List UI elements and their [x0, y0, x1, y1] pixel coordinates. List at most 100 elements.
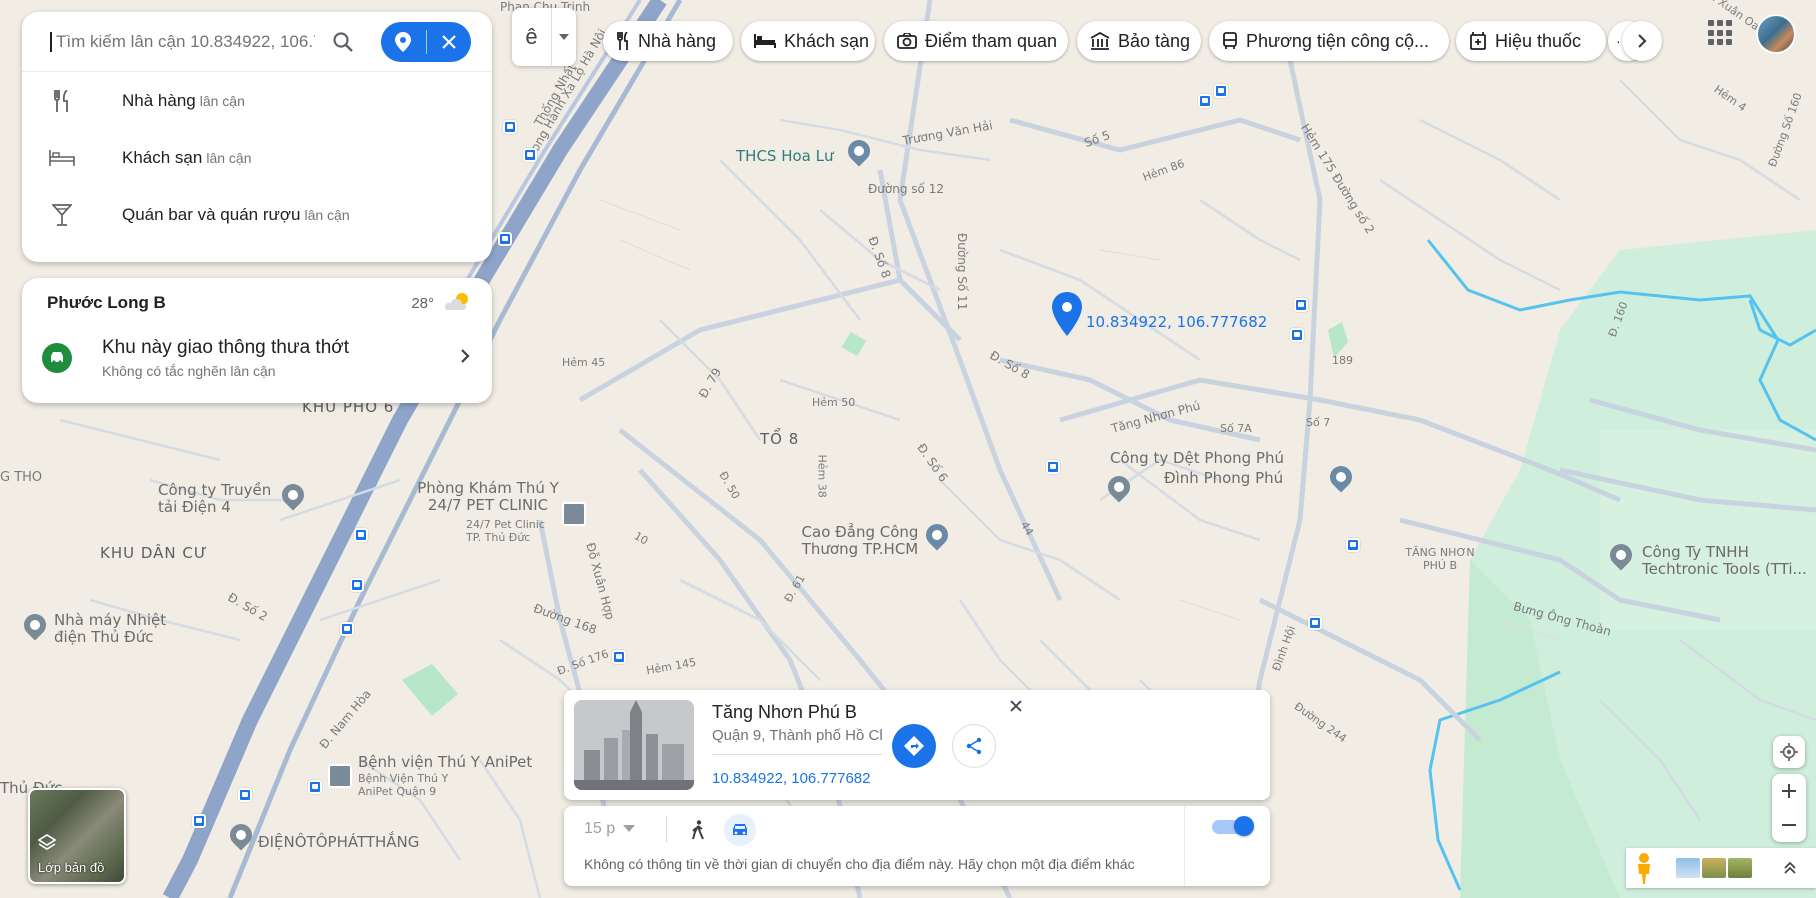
- fork-knife-icon: [616, 32, 630, 50]
- label-anipet[interactable]: Bệnh viện Thú Y AniPet: [358, 754, 532, 771]
- fork-knife-icon: [44, 89, 80, 113]
- place-divider: [712, 754, 882, 755]
- chip-pharmacies[interactable]: Hiệu thuốc: [1456, 21, 1606, 61]
- zoom-out-button[interactable]: [1772, 808, 1806, 842]
- traffic-status-row[interactable]: Khu này giao thông thưa thớt Không có tắ…: [22, 328, 492, 388]
- traffic-text: Khu này giao thông thưa thớt Không có tắ…: [102, 337, 460, 379]
- label-petclinic[interactable]: Phòng Khám Thú Y 24/7 PET CLINIC: [408, 480, 568, 514]
- suggestion-hotels[interactable]: Khách sạn lân cận: [22, 129, 492, 186]
- chip-public-transit[interactable]: Phương tiện công cộ...: [1209, 21, 1449, 61]
- chip-label: Hiệu thuốc: [1495, 30, 1582, 51]
- zoom-in-button[interactable]: [1772, 774, 1806, 808]
- clinic-marker-icon[interactable]: [562, 502, 586, 526]
- directions-button[interactable]: [892, 724, 936, 768]
- bus-stop-icon[interactable]: [308, 780, 322, 794]
- label-cao-dang[interactable]: Cao Đẳng Công Thương TP.HCM: [790, 524, 930, 558]
- bus-icon: [1222, 32, 1238, 50]
- chips-next-button[interactable]: [1622, 21, 1662, 61]
- search-action-pill: [381, 21, 471, 62]
- bus-stop-icon[interactable]: [1046, 460, 1060, 474]
- travel-time-value: 15 p: [584, 820, 616, 837]
- label-duong-so-12: Đường số 12: [868, 182, 944, 196]
- pharmacy-icon: [1469, 32, 1487, 50]
- crosshair-icon: [1780, 743, 1798, 761]
- label-so-7a: Số 7A: [1220, 422, 1252, 435]
- label-so-7: Số 7: [1306, 416, 1331, 429]
- chip-label: Phương tiện công cộ...: [1246, 30, 1429, 51]
- bus-stop-icon[interactable]: [503, 120, 517, 134]
- chip-hotels[interactable]: Khách sạn: [741, 21, 875, 61]
- chip-attractions[interactable]: Điểm tham quan: [884, 21, 1068, 61]
- bus-stop-icon[interactable]: [192, 814, 206, 828]
- travel-note: Không có thông tin về thời gian di chuyể…: [584, 856, 1135, 872]
- globe-thumb[interactable]: [1728, 858, 1752, 878]
- chevron-down-icon[interactable]: [552, 8, 576, 66]
- share-button[interactable]: [952, 724, 996, 768]
- bus-stop-icon[interactable]: [1294, 298, 1308, 312]
- expand-up-icon[interactable]: [1778, 856, 1802, 880]
- chip-restaurants[interactable]: Nhà hàng: [603, 21, 733, 61]
- bus-stop-icon[interactable]: [1214, 84, 1228, 98]
- bus-stop-icon[interactable]: [612, 650, 626, 664]
- suggestion-bars[interactable]: Quán bar và quán rượu lân cận: [22, 186, 492, 243]
- place-coordinates[interactable]: 10.834922, 106.777682: [712, 770, 871, 787]
- bus-stop-icon[interactable]: [1346, 538, 1360, 552]
- chevron-right-icon: [1638, 34, 1647, 48]
- travel-toggle[interactable]: [1212, 816, 1254, 836]
- traffic-title: Khu này giao thông thưa thớt: [102, 337, 350, 358]
- label-nha-may[interactable]: Nhà máy Nhiệt điện Thủ Đức: [54, 612, 184, 646]
- bus-stop-icon[interactable]: [350, 578, 364, 592]
- pin-coordinates-label[interactable]: 10.834922, 106.777682: [1086, 313, 1267, 331]
- label-cty-truyen-tai[interactable]: Công ty Truyền tải Điện 4: [158, 482, 288, 516]
- travel-time-select[interactable]: 15 p: [584, 820, 636, 838]
- layer-glyph-icon[interactable]: ê: [512, 8, 552, 66]
- bus-stop-icon[interactable]: [1198, 94, 1212, 108]
- search-icon[interactable]: [323, 22, 363, 62]
- chevron-right-icon[interactable]: [460, 348, 470, 369]
- pegman-icon[interactable]: [1631, 852, 1657, 884]
- label-to-8: TỔ 8: [760, 430, 800, 448]
- close-search-button[interactable]: [426, 22, 471, 62]
- bus-stop-icon[interactable]: [1290, 328, 1304, 342]
- layers-icon: [37, 834, 57, 857]
- driving-mode-button[interactable]: [724, 814, 756, 846]
- my-location-button[interactable]: [1773, 736, 1805, 768]
- label-khu-dan-cu: KHU DÂN CƯ: [100, 544, 208, 562]
- chip-museums[interactable]: Bảo tàng: [1077, 21, 1201, 61]
- suggestion-restaurants[interactable]: Nhà hàng lân cận: [22, 72, 492, 129]
- label-cty-det[interactable]: Công ty Dệt Phong Phú: [1110, 450, 1284, 467]
- close-place-card-button[interactable]: [1004, 694, 1028, 718]
- place-card[interactable]: Tăng Nhơn Phú B Quận 9, Thành phố Hồ Chí…: [564, 690, 1270, 800]
- map-type-button[interactable]: ê: [512, 8, 576, 66]
- satellite-thumb[interactable]: [1702, 858, 1726, 878]
- label-dinh-phong-phu[interactable]: Đình Phong Phú: [1164, 470, 1283, 487]
- layers-button[interactable]: Lớp bản đồ: [28, 788, 126, 884]
- account-avatar[interactable]: [1756, 14, 1796, 54]
- chip-label: Khách sạn: [784, 30, 870, 51]
- apps-grid-icon[interactable]: [1708, 20, 1734, 46]
- caret-down-icon: [623, 825, 636, 832]
- directions-icon: [904, 736, 924, 756]
- label-g-tho: G THO: [0, 470, 43, 485]
- bus-stop-icon[interactable]: [340, 622, 354, 636]
- vet-marker-icon[interactable]: [328, 764, 352, 788]
- label-thcs-hoa-lu[interactable]: THCS Hoa Lư: [736, 148, 834, 165]
- bus-stop-icon[interactable]: [523, 148, 537, 162]
- location-pin-icon[interactable]: [1052, 292, 1082, 336]
- bus-stop-icon[interactable]: [354, 528, 368, 542]
- bus-stop-icon[interactable]: [238, 788, 252, 802]
- search-input[interactable]: [50, 31, 315, 52]
- walking-mode-button[interactable]: [686, 818, 710, 842]
- suggestion-name: Khách sạn: [122, 147, 203, 167]
- label-dienoto[interactable]: ĐIỆNÔTÔPHÁTTHẮNG: [258, 834, 419, 851]
- bus-stop-icon[interactable]: [498, 232, 512, 246]
- chip-label: Nhà hàng: [638, 30, 717, 51]
- label-189: 189: [1332, 354, 1353, 367]
- terrain-thumb[interactable]: [1676, 858, 1700, 878]
- bus-stop-icon[interactable]: [1308, 616, 1322, 630]
- place-thumbnail[interactable]: [574, 700, 694, 790]
- area-name: Phước Long B: [47, 293, 166, 312]
- location-marker-button[interactable]: [381, 22, 426, 62]
- label-techtronic[interactable]: Công Ty TNHH Techtronic Tools (TTi...: [1642, 544, 1816, 578]
- museum-icon: [1090, 32, 1110, 50]
